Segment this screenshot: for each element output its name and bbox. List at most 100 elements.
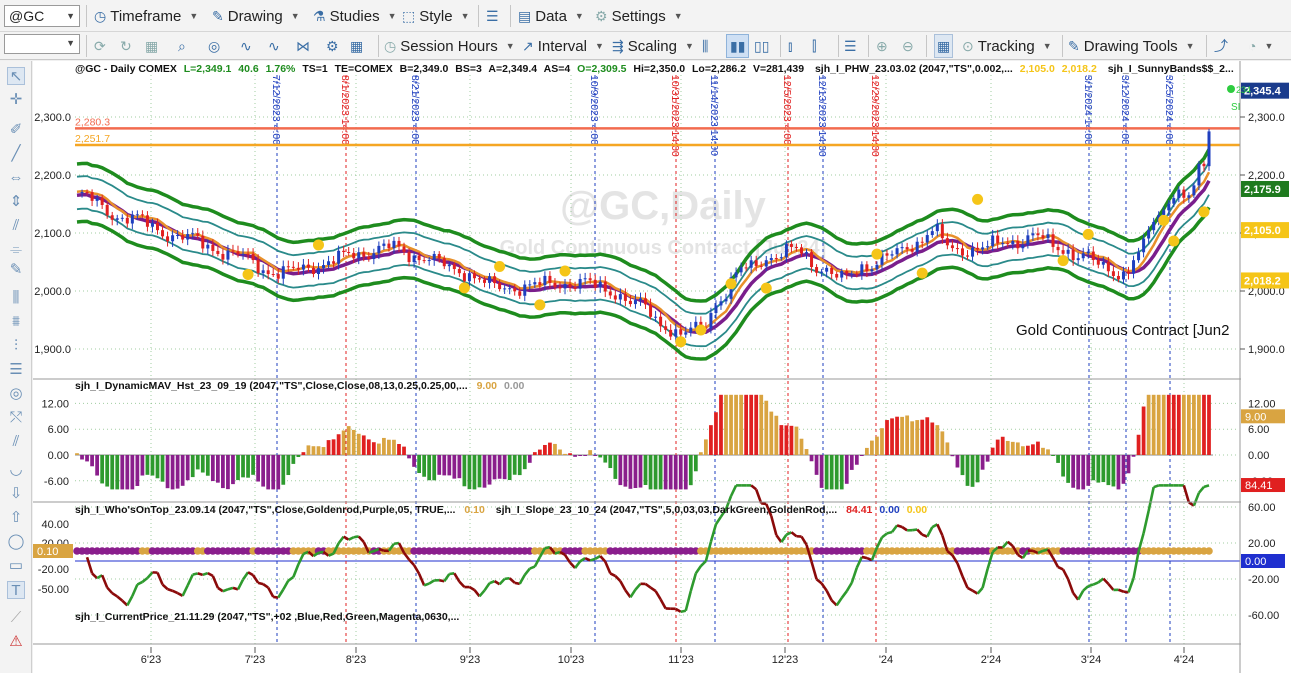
settings-menu[interactable]: ⚙ Settings ▼ xyxy=(595,4,683,28)
crosshair-icon[interactable]: ✛ xyxy=(7,91,25,109)
wrench-icon[interactable]: ✐ xyxy=(7,121,25,139)
zoom-in-button[interactable]: ⊕ xyxy=(876,34,888,58)
slope-segment xyxy=(714,515,723,525)
delete-icon[interactable]: ⚠ xyxy=(7,633,25,651)
channel-icon[interactable]: ⫽ xyxy=(7,217,25,235)
text-tool-icon[interactable]: T xyxy=(7,581,25,599)
candle-body xyxy=(971,247,975,257)
window-button[interactable]: ▦ xyxy=(934,34,954,58)
arc-icon[interactable]: ◡ xyxy=(7,461,25,479)
style-menu[interactable]: ⬚ Style ▼ xyxy=(402,4,470,28)
candle-body xyxy=(432,253,436,261)
timeframe-menu[interactable]: ◷ Timeframe ▼ xyxy=(94,4,198,28)
candle-body xyxy=(820,271,824,273)
hist-bar xyxy=(316,446,321,455)
chart-canvas[interactable]: @GC,Daily Gold Continuous Contract [Jun2… xyxy=(33,61,1291,673)
gann-icon[interactable]: ⤲ xyxy=(7,409,25,427)
trend-button[interactable]: ⤴ xyxy=(1214,34,1228,58)
hist-bar xyxy=(1151,394,1156,455)
fib-icon[interactable]: ⌯ xyxy=(7,241,25,259)
pattern-button[interactable]: ⋈ xyxy=(296,34,310,58)
fib-ext-icon[interactable]: ⩩ xyxy=(7,313,25,331)
ohlc-button[interactable]: ⫿ xyxy=(812,34,816,58)
wave-button[interactable]: ∿ xyxy=(240,34,252,58)
session-hours-menu[interactable]: ◷ Session Hours ▼ xyxy=(384,34,515,58)
slope-segment xyxy=(222,588,229,593)
volume-button[interactable]: ⫾ xyxy=(788,34,792,58)
cycle-button[interactable]: ◎ xyxy=(208,34,220,58)
wave2-button[interactable]: ∿ xyxy=(268,34,280,58)
eraser-icon[interactable]: ⟋ xyxy=(7,609,25,627)
reload-button[interactable]: ↻ xyxy=(120,34,132,58)
hist-bar xyxy=(387,439,391,455)
chart-window[interactable]: @GC,Daily Gold Continuous Contract [Jun2… xyxy=(33,61,1291,673)
symbol-input[interactable]: @GC ▼ xyxy=(4,5,80,27)
candle-body xyxy=(830,267,834,274)
hist-bar xyxy=(885,420,889,455)
hist-bar xyxy=(653,455,658,490)
studies-menu[interactable]: ⚗ Studies ▼ xyxy=(313,4,397,28)
grid-button[interactable]: ▦ xyxy=(145,34,158,58)
hist-bar xyxy=(900,416,904,455)
table-button[interactable]: ▦ xyxy=(350,34,363,58)
hist-bar xyxy=(331,439,336,455)
bars-icon[interactable]: ⫼ xyxy=(7,289,25,307)
candlestick-button[interactable]: ▮▮ xyxy=(726,34,750,58)
andrews-icon[interactable]: ⫽ xyxy=(7,433,25,451)
hist-bar xyxy=(115,455,120,490)
slope-segment xyxy=(971,589,979,595)
levels-icon[interactable]: ☰ xyxy=(7,361,25,379)
layout2-button[interactable]: ☰ xyxy=(844,34,857,58)
analytics-button[interactable]: ◔ ▼ xyxy=(1248,34,1273,58)
vline-icon[interactable]: ⇕ xyxy=(7,193,25,211)
pane2-axis-label-left: 6.00 xyxy=(48,424,69,436)
magnify-button[interactable]: ⌕ xyxy=(178,34,186,58)
header-ts: TS=1 xyxy=(302,63,328,75)
drawing-menu[interactable]: ✎ Drawing ▼ xyxy=(212,4,300,28)
gear-small-button[interactable]: ⚙ xyxy=(326,34,339,58)
pivot-dot xyxy=(972,193,984,205)
bar-chart-button[interactable]: ⫼ xyxy=(702,34,708,58)
hist-bar xyxy=(80,455,84,460)
interval-menu[interactable]: ↗ Interval ▼ xyxy=(522,34,604,58)
ellipse-icon[interactable]: ◯ xyxy=(7,533,25,551)
hollow-candle-button[interactable]: ▯▯ xyxy=(754,34,769,58)
data-menu[interactable]: ▤ Data ▼ xyxy=(518,4,584,28)
hist-bar xyxy=(960,455,965,476)
pane3-right-axis-label: 60.00 xyxy=(1248,502,1276,514)
chevron-down-icon: ▼ xyxy=(189,11,199,21)
candle-body xyxy=(603,281,607,292)
refresh-button[interactable]: ⟳ xyxy=(94,34,106,58)
hist-bar xyxy=(1015,442,1020,455)
candle-body xyxy=(986,246,990,248)
arrow-down-icon[interactable]: ⇩ xyxy=(7,485,25,503)
hist-bar xyxy=(195,455,200,470)
rectangle-icon[interactable]: ▭ xyxy=(7,557,25,575)
time-marker-label: 10/9/2023 4:00 xyxy=(588,75,600,145)
hist-bar xyxy=(241,455,245,478)
pivot-dot xyxy=(1082,228,1094,240)
tracking-menu[interactable]: ⊙ Tracking ▼ xyxy=(962,34,1052,58)
layout-button[interactable]: ☰ xyxy=(486,4,499,28)
drawing-tools-menu[interactable]: ✎ Drawing Tools ▼ xyxy=(1068,34,1195,58)
hist-bar xyxy=(829,455,834,490)
slope-segment xyxy=(368,549,375,554)
template-select[interactable]: ▼ xyxy=(4,34,80,54)
scaling-menu[interactable]: ⇶ Scaling ▼ xyxy=(612,34,694,58)
hist-bar xyxy=(276,455,281,490)
hist-bar xyxy=(226,455,230,490)
price-level-label: 2,251.7 xyxy=(75,133,110,145)
circle-tool-icon[interactable]: ◎ xyxy=(7,385,25,403)
trendline-icon[interactable]: ╱ xyxy=(7,145,25,163)
speed-lines-icon[interactable]: ⫶ xyxy=(7,337,25,355)
pointer-icon[interactable]: ↖ xyxy=(7,67,25,85)
arrow-up-icon[interactable]: ⇧ xyxy=(7,509,25,527)
zoom-out-icon: ⊖ xyxy=(902,37,914,54)
candle-body xyxy=(1081,253,1085,259)
hist-bar xyxy=(1026,445,1030,455)
slope-segment xyxy=(1182,485,1191,503)
pen-icon[interactable]: ✎ xyxy=(7,261,25,279)
candle-body xyxy=(1016,241,1020,249)
zoom-out-button[interactable]: ⊖ xyxy=(902,34,914,58)
hline-icon[interactable]: ⇔ xyxy=(7,169,25,187)
